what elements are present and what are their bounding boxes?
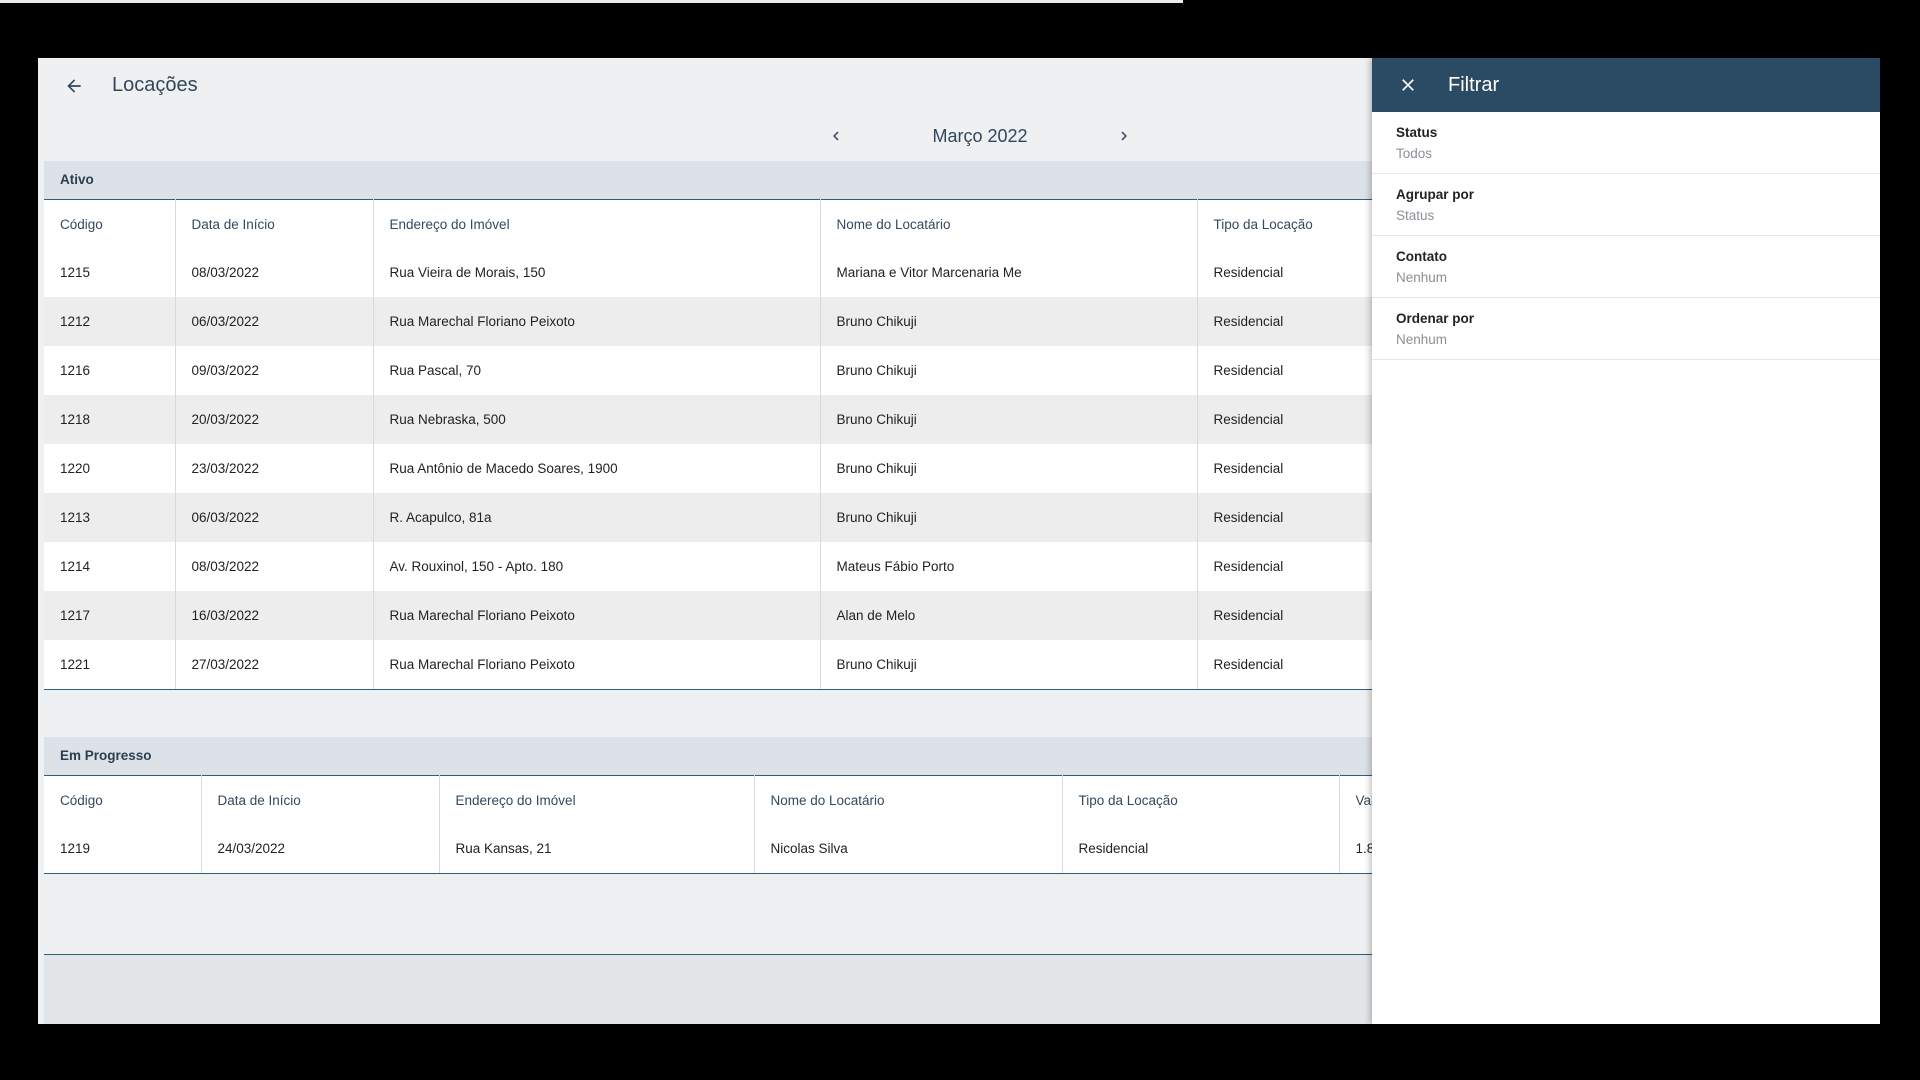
cell-data-inicio: 08/03/2022 <box>175 248 374 297</box>
cell-codigo: 1218 <box>44 395 176 444</box>
cell-endereco: Av. Rouxinol, 150 - Apto. 180 <box>373 542 821 591</box>
cell-locatario: Mateus Fábio Porto <box>820 542 1198 591</box>
filter-drawer: Filtrar Status Todos Agrupar por Status … <box>1372 58 1880 1024</box>
filter-label: Status <box>1396 125 1438 140</box>
cell-locatario: Bruno Chikuji <box>820 346 1198 395</box>
column-header-locatario[interactable]: Nome do Locatário <box>820 199 1198 248</box>
cell-locatario: Alan de Melo <box>820 591 1198 640</box>
close-drawer-button[interactable] <box>1392 69 1424 101</box>
cell-locatario: Bruno Chikuji <box>820 640 1198 690</box>
cell-data-inicio: 06/03/2022 <box>175 297 374 346</box>
month-navigator: Março 2022 <box>820 120 1140 152</box>
column-header-tipo[interactable]: Tipo da Locação <box>1062 775 1340 824</box>
cell-codigo: 1217 <box>44 591 176 640</box>
filter-value: Nenhum <box>1396 332 1448 347</box>
cell-endereco: Rua Antônio de Macedo Soares, 1900 <box>373 444 821 493</box>
column-header-codigo[interactable]: Código <box>44 775 202 824</box>
current-month-label: Março 2022 <box>932 125 1028 146</box>
cell-codigo: 1219 <box>44 824 202 874</box>
cell-codigo: 1216 <box>44 346 176 395</box>
filter-item-ordenar-por[interactable]: Ordenar por Nenhum <box>1372 298 1880 360</box>
filter-label: Contato <box>1396 249 1447 264</box>
column-header-codigo[interactable]: Código <box>44 199 176 248</box>
cell-endereco: Rua Pascal, 70 <box>373 346 821 395</box>
prev-month-button[interactable] <box>820 120 852 152</box>
filter-value: Todos <box>1396 146 1433 161</box>
filter-item-status[interactable]: Status Todos <box>1372 112 1880 174</box>
close-icon <box>1402 79 1414 91</box>
filter-drawer-title: Filtrar <box>1448 74 1500 96</box>
cell-codigo: 1215 <box>44 248 176 297</box>
page-title: Locações <box>112 74 198 96</box>
cell-codigo: 1213 <box>44 493 176 542</box>
filter-item-contato[interactable]: Contato Nenhum <box>1372 236 1880 298</box>
cell-endereco: Rua Nebraska, 500 <box>373 395 821 444</box>
cell-endereco: R. Acapulco, 81a <box>373 493 821 542</box>
window-top-bar <box>0 0 1183 3</box>
filter-value: Nenhum <box>1396 270 1448 285</box>
next-month-button[interactable] <box>1108 120 1140 152</box>
cell-locatario: Nicolas Silva <box>754 824 1063 874</box>
column-header-endereco[interactable]: Endereço do Imóvel <box>373 199 821 248</box>
cell-data-inicio: 20/03/2022 <box>175 395 374 444</box>
cell-data-inicio: 09/03/2022 <box>175 346 374 395</box>
filter-label: Agrupar por <box>1396 187 1475 202</box>
chevron-left-icon <box>833 131 839 141</box>
cell-data-inicio: 27/03/2022 <box>175 640 374 690</box>
cell-codigo: 1212 <box>44 297 176 346</box>
filter-item-agrupar-por[interactable]: Agrupar por Status <box>1372 174 1880 236</box>
cell-data-inicio: 06/03/2022 <box>175 493 374 542</box>
arrow-left-icon <box>67 79 81 93</box>
cell-locatario: Bruno Chikuji <box>820 395 1198 444</box>
cell-data-inicio: 08/03/2022 <box>175 542 374 591</box>
cell-codigo: 1220 <box>44 444 176 493</box>
column-header-data-inicio[interactable]: Data de Início <box>175 199 374 248</box>
column-header-endereco[interactable]: Endereço do Imóvel <box>439 775 755 824</box>
filter-label: Ordenar por <box>1396 311 1475 326</box>
chevron-right-icon <box>1121 131 1127 141</box>
cell-tipo: Residencial <box>1062 824 1340 874</box>
cell-endereco: Rua Marechal Floriano Peixoto <box>373 297 821 346</box>
cell-codigo: 1214 <box>44 542 176 591</box>
column-header-locatario[interactable]: Nome do Locatário <box>754 775 1063 824</box>
column-header-data-inicio[interactable]: Data de Início <box>201 775 440 824</box>
filter-drawer-header: Filtrar <box>1372 58 1880 112</box>
cell-codigo: 1221 <box>44 640 176 690</box>
cell-endereco: Rua Marechal Floriano Peixoto <box>373 591 821 640</box>
cell-locatario: Bruno Chikuji <box>820 297 1198 346</box>
cell-endereco: Rua Marechal Floriano Peixoto <box>373 640 821 690</box>
cell-locatario: Bruno Chikuji <box>820 444 1198 493</box>
back-button[interactable] <box>58 70 90 102</box>
cell-locatario: Bruno Chikuji <box>820 493 1198 542</box>
cell-data-inicio: 24/03/2022 <box>201 824 440 874</box>
cell-locatario: Mariana e Vitor Marcenaria Me <box>820 248 1198 297</box>
cell-data-inicio: 16/03/2022 <box>175 591 374 640</box>
cell-endereco: Rua Vieira de Morais, 150 <box>373 248 821 297</box>
cell-data-inicio: 23/03/2022 <box>175 444 374 493</box>
cell-endereco: Rua Kansas, 21 <box>439 824 755 874</box>
filter-value: Status <box>1396 208 1435 223</box>
